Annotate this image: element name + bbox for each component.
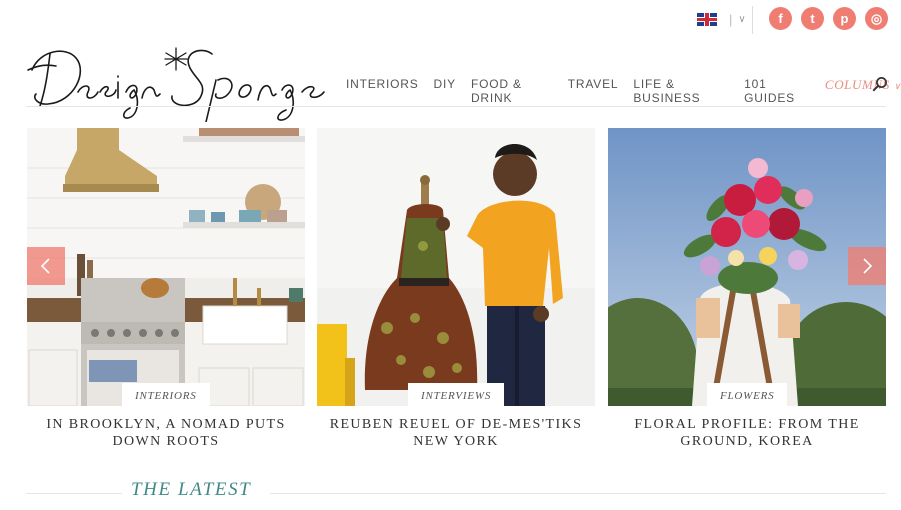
slide-tag[interactable]: FLOWERS — [707, 383, 788, 409]
chevron-down-icon: ∨ — [893, 81, 901, 91]
latest-divider-right — [270, 493, 886, 494]
slide-tag[interactable]: INTERIORS — [122, 383, 210, 409]
nav-item-food-drink[interactable]: FOOD & DRINK — [471, 77, 553, 105]
slide-title[interactable]: IN BROOKLYN, A NOMAD PUTS DOWN ROOTS — [27, 416, 305, 450]
slide-title[interactable]: REUBEN REUEL OF DE-MES'TIKS NEW YORK — [317, 416, 595, 450]
carousel-prev-button[interactable] — [27, 247, 65, 285]
latest-heading: THE LATEST — [131, 479, 252, 500]
language-divider: | — [729, 12, 733, 27]
header-divider — [26, 106, 886, 107]
nav-item-life-business[interactable]: LIFE & BUSINESS — [633, 77, 729, 105]
slide-tag[interactable]: INTERVIEWS — [408, 383, 505, 409]
search-icon[interactable] — [872, 76, 888, 92]
carousel-next-button[interactable] — [848, 247, 886, 285]
slide-image-flowers[interactable] — [608, 128, 886, 406]
language-selector[interactable]: | ∨ — [697, 12, 746, 27]
nav-item-columns[interactable]: COLUMNS ∨ — [825, 77, 901, 105]
social-links: f t p ◎ — [769, 7, 888, 30]
slide-image-designer[interactable] — [317, 128, 595, 406]
slide-title[interactable]: FLORAL PROFILE: FROM THE GROUND, KOREA — [608, 416, 886, 450]
chevron-left-icon — [40, 258, 50, 274]
twitter-icon[interactable]: t — [801, 7, 824, 30]
nav-item-travel[interactable]: TRAVEL — [568, 77, 619, 105]
facebook-icon[interactable]: f — [769, 7, 792, 30]
nav-item-diy[interactable]: DIY — [434, 77, 456, 105]
slide-image-kitchen[interactable] — [27, 128, 305, 406]
nav-item-101-guides[interactable]: 101 GUIDES — [744, 77, 810, 105]
pinterest-icon[interactable]: p — [833, 7, 856, 30]
main-nav: INTERIORS DIY FOOD & DRINK TRAVEL LIFE &… — [346, 77, 901, 105]
top-divider — [752, 6, 753, 34]
nav-item-interiors[interactable]: INTERIORS — [346, 77, 419, 105]
design-sponge-logo[interactable] — [26, 40, 326, 122]
latest-divider-left — [26, 493, 122, 494]
chevron-right-icon — [863, 258, 873, 274]
instagram-icon[interactable]: ◎ — [865, 7, 888, 30]
top-bar: | ∨ f t p ◎ — [0, 0, 901, 40]
chevron-down-icon: ∨ — [738, 14, 746, 25]
uk-flag-icon — [697, 13, 717, 26]
